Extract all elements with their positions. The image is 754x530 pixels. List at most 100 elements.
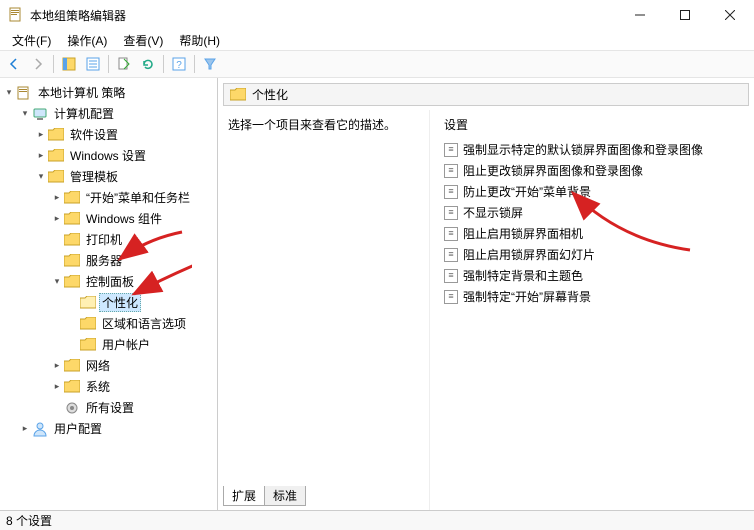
expand-icon[interactable]: ▸	[50, 380, 64, 394]
export-button[interactable]	[113, 53, 135, 75]
tree-control-panel[interactable]: ▾控制面板	[50, 271, 215, 292]
policy-icon: ≡	[444, 164, 458, 178]
close-button[interactable]	[707, 0, 752, 30]
nav-forward-button[interactable]	[27, 53, 49, 75]
nav-back-button[interactable]	[3, 53, 25, 75]
tree-network[interactable]: ▸网络	[50, 355, 215, 376]
folder-icon	[64, 359, 80, 372]
breadcrumb-label: 个性化	[252, 86, 288, 103]
setting-item[interactable]: ≡阻止启用锁屏界面幻灯片	[444, 244, 750, 265]
tab-standard[interactable]: 标准	[264, 486, 306, 506]
expand-icon[interactable]: ▸	[34, 128, 48, 142]
show-hide-tree-button[interactable]	[58, 53, 80, 75]
policy-icon: ≡	[444, 269, 458, 283]
policy-icon: ≡	[444, 227, 458, 241]
setting-label: 强制显示特定的默认锁屏界面图像和登录图像	[463, 141, 703, 158]
filter-button[interactable]	[199, 53, 221, 75]
folder-icon	[48, 128, 64, 141]
settings-header[interactable]: 设置	[444, 116, 750, 133]
policy-icon: ≡	[444, 290, 458, 304]
folder-icon	[48, 149, 64, 162]
description-prompt: 选择一个项目来查看它的描述。	[228, 116, 425, 133]
toolbar-separator	[108, 55, 109, 73]
tree-system[interactable]: ▸系统	[50, 376, 215, 397]
expand-icon[interactable]: ▸	[18, 422, 32, 436]
folder-icon	[48, 170, 64, 183]
toolbar-separator	[53, 55, 54, 73]
expand-icon[interactable]: ▾	[18, 107, 32, 121]
tree-windows-components[interactable]: ▸Windows 组件	[50, 208, 215, 229]
folder-icon	[64, 233, 80, 246]
tree-user-accounts[interactable]: 用户帐户	[66, 334, 215, 355]
toolbar-separator	[194, 55, 195, 73]
computer-icon	[32, 106, 48, 122]
expand-icon[interactable]: ▸	[50, 212, 64, 226]
setting-label: 不显示锁屏	[463, 204, 523, 221]
toolbar: ?	[0, 50, 754, 78]
view-tabs: 扩展 标准	[223, 486, 305, 506]
menu-file[interactable]: 文件(F)	[4, 31, 59, 50]
folder-icon	[80, 317, 96, 330]
tree-computer-config[interactable]: ▾ 计算机配置	[18, 103, 215, 124]
tree-printers[interactable]: 打印机	[50, 229, 215, 250]
tab-extended[interactable]: 扩展	[223, 486, 265, 506]
setting-label: 阻止启用锁屏界面相机	[463, 225, 583, 242]
tree-admin-templates[interactable]: ▾管理模板	[34, 166, 215, 187]
expand-icon[interactable]: ▾	[2, 86, 16, 100]
folder-icon	[64, 212, 80, 225]
tree-start-taskbar[interactable]: ▸“开始”菜单和任务栏	[50, 187, 215, 208]
policy-icon: ≡	[444, 143, 458, 157]
menu-help[interactable]: 帮助(H)	[171, 31, 228, 50]
settings-icon	[64, 400, 80, 416]
refresh-button[interactable]	[137, 53, 159, 75]
menu-bar: 文件(F) 操作(A) 查看(V) 帮助(H)	[0, 30, 754, 50]
setting-item[interactable]: ≡阻止更改锁屏界面图像和登录图像	[444, 160, 750, 181]
setting-item[interactable]: ≡防止更改“开始”菜单背景	[444, 181, 750, 202]
window-title: 本地组策略编辑器	[30, 7, 617, 24]
maximize-button[interactable]	[662, 0, 707, 30]
expand-icon[interactable]: ▸	[50, 359, 64, 373]
expand-icon[interactable]: ▸	[34, 149, 48, 163]
description-column: 选择一个项目来查看它的描述。	[218, 110, 430, 510]
tree-root[interactable]: ▾ 本地计算机 策略	[2, 82, 215, 103]
menu-action[interactable]: 操作(A)	[59, 31, 115, 50]
policy-icon: ≡	[444, 206, 458, 220]
policy-icon: ≡	[444, 185, 458, 199]
svg-text:?: ?	[176, 60, 182, 71]
tree-software-settings[interactable]: ▸软件设置	[34, 124, 215, 145]
tree-servers[interactable]: 服务器	[50, 250, 215, 271]
expand-icon[interactable]: ▾	[34, 170, 48, 184]
expand-icon[interactable]: ▾	[50, 275, 64, 289]
folder-icon	[80, 338, 96, 351]
help-button[interactable]: ?	[168, 53, 190, 75]
tree-personalization[interactable]: 个性化	[66, 292, 215, 313]
view-list-button[interactable]	[82, 53, 104, 75]
breadcrumb: 个性化	[223, 83, 749, 106]
tree-all-settings[interactable]: 所有设置	[50, 397, 215, 418]
setting-label: 强制特定“开始”屏幕背景	[463, 288, 591, 305]
minimize-button[interactable]	[617, 0, 662, 30]
settings-list: 设置 ≡ 强制显示特定的默认锁屏界面图像和登录图像 ≡阻止更改锁屏界面图像和登录图像…	[430, 110, 754, 510]
policy-icon	[16, 85, 32, 101]
status-bar: 8 个设置	[0, 510, 754, 530]
setting-item[interactable]: ≡强制特定背景和主题色	[444, 265, 750, 286]
policy-icon: ≡	[444, 248, 458, 262]
expand-icon[interactable]: ▸	[50, 191, 64, 205]
tree-windows-settings[interactable]: ▸Windows 设置	[34, 145, 215, 166]
setting-item[interactable]: ≡ 阻止启用锁屏界面相机	[444, 223, 750, 244]
title-bar: 本地组策略编辑器	[0, 0, 754, 30]
folder-icon	[230, 88, 246, 101]
setting-item[interactable]: ≡ 不显示锁屏	[444, 202, 750, 223]
folder-open-icon	[80, 296, 96, 309]
navigation-tree[interactable]: ▾ 本地计算机 策略 ▾ 计算机配置 ▸软件设置	[0, 78, 218, 510]
setting-item[interactable]: ≡ 强制显示特定的默认锁屏界面图像和登录图像	[444, 139, 750, 160]
tree-user-config[interactable]: ▸用户配置	[18, 418, 215, 439]
menu-view[interactable]: 查看(V)	[115, 31, 171, 50]
toolbar-separator	[163, 55, 164, 73]
tree-region-language[interactable]: 区域和语言选项	[66, 313, 215, 334]
details-pane: 个性化 选择一个项目来查看它的描述。 设置 ≡ 强制显示特定的默认锁屏界面图像和登…	[218, 78, 754, 510]
folder-icon	[64, 275, 80, 288]
setting-item[interactable]: ≡ 强制特定“开始”屏幕背景	[444, 286, 750, 307]
folder-icon	[64, 191, 80, 204]
user-icon	[32, 421, 48, 437]
